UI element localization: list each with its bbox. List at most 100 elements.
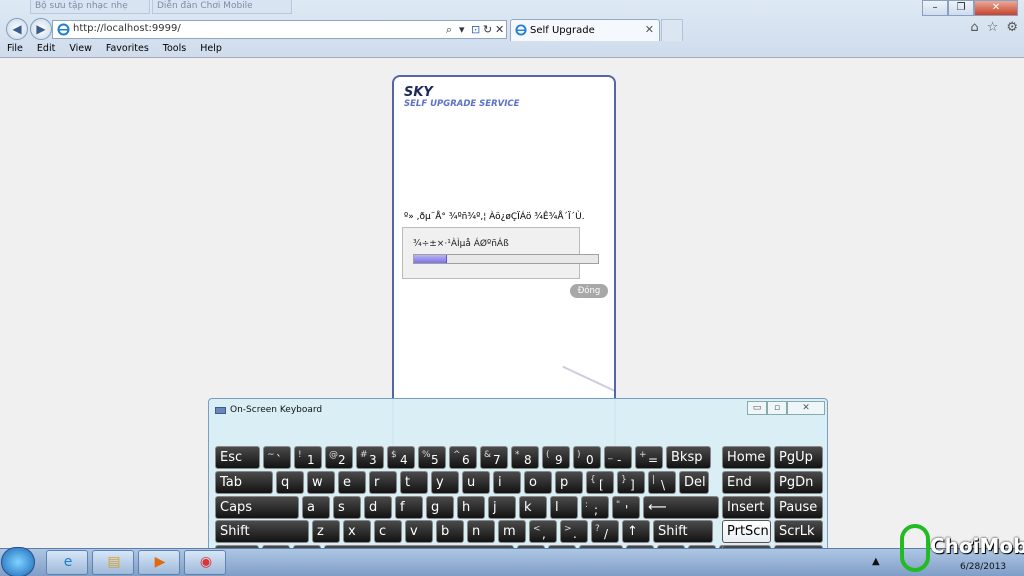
forward-icon[interactable]: ▶ bbox=[30, 18, 52, 40]
tab-close-icon[interactable]: ✕ bbox=[645, 23, 654, 36]
key-0[interactable]: ) 0 bbox=[573, 446, 601, 469]
key-g[interactable]: g bbox=[426, 496, 454, 519]
menu-view[interactable]: View bbox=[62, 42, 99, 57]
key-[interactable]: ? / bbox=[591, 520, 619, 543]
key-h[interactable]: h bbox=[457, 496, 485, 519]
key-5[interactable]: % 5 bbox=[418, 446, 446, 469]
refresh-icon[interactable]: ↻ bbox=[483, 22, 492, 37]
close-upgrade-button[interactable]: Đóng bbox=[570, 284, 608, 298]
key-caps[interactable]: Caps bbox=[215, 496, 299, 519]
start-button[interactable] bbox=[1, 547, 35, 576]
osk-maximize-button[interactable]: ▫ bbox=[767, 401, 787, 415]
key-del[interactable]: Del bbox=[679, 471, 709, 494]
key-2[interactable]: @2 bbox=[325, 446, 353, 469]
key-pause[interactable]: Pause bbox=[774, 496, 823, 519]
key-i[interactable]: i bbox=[493, 471, 521, 494]
key-s[interactable]: s bbox=[333, 496, 361, 519]
menu-tools[interactable]: Tools bbox=[156, 42, 193, 57]
key-[interactable]: {[ bbox=[586, 471, 614, 494]
tray-icons[interactable]: ▲ bbox=[872, 556, 880, 567]
menu-file[interactable]: File bbox=[0, 42, 30, 57]
key-w[interactable]: w bbox=[307, 471, 335, 494]
key-[interactable]: | \ bbox=[648, 471, 676, 494]
star-icon[interactable]: ☆ bbox=[987, 20, 999, 35]
key-o[interactable]: o bbox=[524, 471, 552, 494]
taskbar-media-player[interactable]: ▶ bbox=[138, 550, 180, 575]
key-7[interactable]: & 7 bbox=[480, 446, 508, 469]
key-[interactable]: " ' bbox=[612, 496, 640, 519]
key-[interactable]: >. bbox=[560, 520, 588, 543]
menu-help[interactable]: Help bbox=[193, 42, 229, 57]
new-tab-button[interactable] bbox=[661, 19, 683, 41]
key-scrlk[interactable]: ScrLk bbox=[774, 520, 823, 543]
background-tab[interactable]: Bộ sưu tập nhạc nhẹ bbox=[30, 0, 150, 14]
address-bar[interactable]: http://localhost:9999/ ⌕ ▾ ⊡ ↻ ✕ bbox=[52, 20, 507, 39]
key-t[interactable]: t bbox=[400, 471, 428, 494]
key-k[interactable]: k bbox=[519, 496, 547, 519]
key-3[interactable]: #3 bbox=[356, 446, 384, 469]
compat-view-icon[interactable]: ⊡ bbox=[471, 22, 480, 37]
key-8[interactable]: * 8 bbox=[511, 446, 539, 469]
key-tab[interactable]: Tab bbox=[215, 471, 273, 494]
key-shift[interactable]: Shift bbox=[215, 520, 309, 543]
back-icon[interactable]: ◀ bbox=[6, 18, 28, 40]
key-c[interactable]: c bbox=[374, 520, 402, 543]
key-insert[interactable]: Insert bbox=[722, 496, 771, 519]
key-x[interactable]: x bbox=[343, 520, 371, 543]
stop-icon[interactable]: ✕ bbox=[495, 22, 504, 37]
background-tab[interactable]: Diễn đàn Chơi Mobile bbox=[152, 0, 292, 14]
tab-self-upgrade[interactable]: Self Upgrade ✕ bbox=[510, 19, 660, 41]
key-[interactable]: _ - bbox=[604, 446, 632, 469]
key-1[interactable]: ! 1 bbox=[294, 446, 322, 469]
minimize-button[interactable]: – bbox=[922, 0, 948, 16]
key-[interactable]: ~ ` bbox=[263, 446, 291, 469]
search-icon[interactable]: ⌕ bbox=[446, 22, 452, 37]
key-pgup[interactable]: PgUp bbox=[774, 446, 823, 469]
key-shift[interactable]: Shift bbox=[653, 520, 713, 543]
key-r[interactable]: r bbox=[369, 471, 397, 494]
taskbar-ie[interactable]: e bbox=[46, 550, 88, 575]
key-4[interactable]: $4 bbox=[387, 446, 415, 469]
key-[interactable]: + = bbox=[635, 446, 663, 469]
maximize-button[interactable]: ❐ bbox=[948, 0, 974, 16]
key-pgdn[interactable]: PgDn bbox=[774, 471, 823, 494]
close-button[interactable]: ✕ bbox=[974, 0, 1018, 16]
key-m[interactable]: m bbox=[498, 520, 526, 543]
key-u[interactable]: u bbox=[462, 471, 490, 494]
key-y[interactable]: y bbox=[431, 471, 459, 494]
menu-favorites[interactable]: Favorites bbox=[99, 42, 156, 57]
key-6[interactable]: ^ 6 bbox=[449, 446, 477, 469]
key-9[interactable]: (9 bbox=[542, 446, 570, 469]
key-d[interactable]: d bbox=[364, 496, 392, 519]
key-end[interactable]: End bbox=[722, 471, 771, 494]
taskbar-explorer[interactable]: ▤ bbox=[92, 550, 134, 575]
key-[interactable]: ⟵ bbox=[643, 496, 719, 519]
key-v[interactable]: v bbox=[405, 520, 433, 543]
menu-edit[interactable]: Edit bbox=[30, 42, 62, 57]
gear-icon[interactable]: ⚙ bbox=[1006, 20, 1018, 35]
key-n[interactable]: n bbox=[467, 520, 495, 543]
key-[interactable]: :; bbox=[581, 496, 609, 519]
key-l[interactable]: l bbox=[550, 496, 578, 519]
key-[interactable]: <, bbox=[529, 520, 557, 543]
key-[interactable]: }] bbox=[617, 471, 645, 494]
taskbar-chrome[interactable]: ◉ bbox=[184, 550, 226, 575]
key-home[interactable]: Home bbox=[722, 446, 771, 469]
home-icon[interactable]: ⌂ bbox=[970, 20, 978, 35]
key-bksp[interactable]: Bksp bbox=[666, 446, 711, 469]
key-e[interactable]: e bbox=[338, 471, 366, 494]
key-p[interactable]: p bbox=[555, 471, 583, 494]
key-[interactable]: ↑ bbox=[622, 520, 650, 543]
key-z[interactable]: z bbox=[312, 520, 340, 543]
key-q[interactable]: q bbox=[276, 471, 304, 494]
osk-close-button[interactable]: ✕ bbox=[787, 401, 825, 415]
osk-minimize-button[interactable]: ▭ bbox=[747, 401, 767, 415]
key-f[interactable]: f bbox=[395, 496, 423, 519]
key-shift-glyph: + bbox=[639, 450, 647, 460]
key-b[interactable]: b bbox=[436, 520, 464, 543]
key-j[interactable]: j bbox=[488, 496, 516, 519]
dropdown-icon[interactable]: ▾ bbox=[459, 22, 465, 37]
key-prtscn[interactable]: PrtScn bbox=[722, 520, 771, 543]
key-a[interactable]: a bbox=[302, 496, 330, 519]
key-esc[interactable]: Esc bbox=[215, 446, 260, 469]
